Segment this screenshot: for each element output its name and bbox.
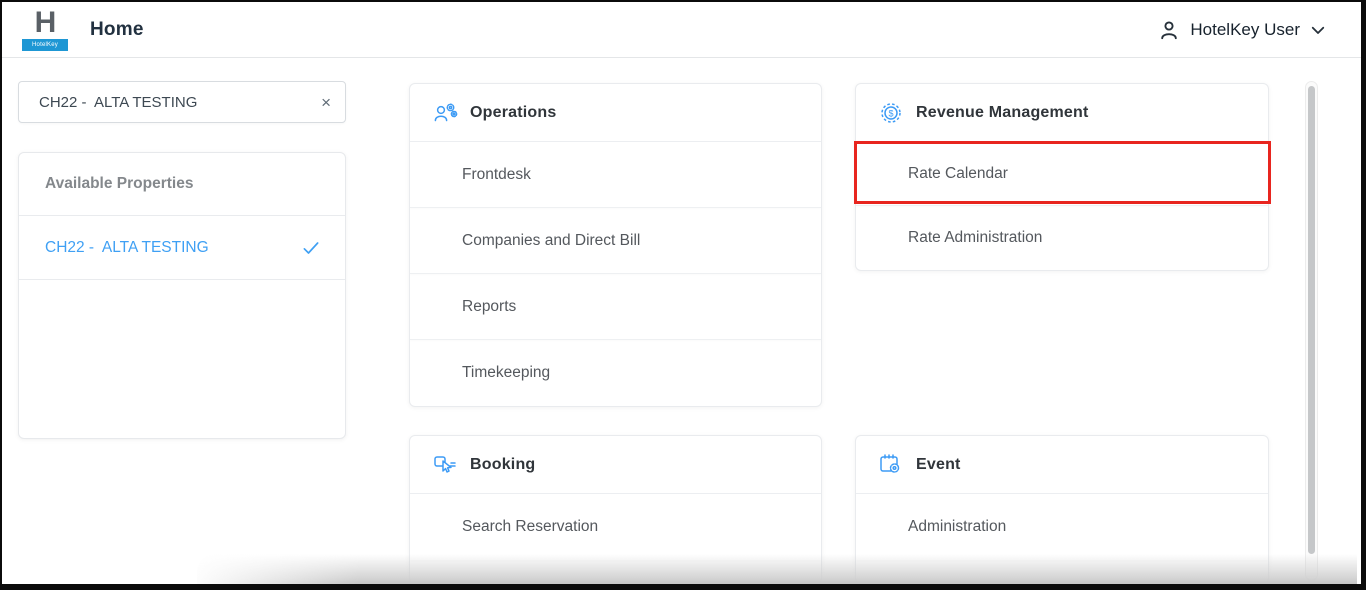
hotelkey-logo[interactable]: H HotelKey — [22, 7, 68, 53]
logo-caption: HotelKey — [22, 39, 68, 51]
scrollbar-thumb[interactable] — [1308, 86, 1315, 554]
property-label: CH22 - ALTA TESTING — [45, 239, 301, 257]
card-title: Booking — [470, 456, 535, 474]
menu-item-companies-and-direct-bill[interactable]: Companies and Direct Bill — [410, 208, 821, 274]
app-window: H HotelKey Home HotelKey User × — [0, 0, 1366, 590]
menu-item-rate-calendar[interactable]: Rate Calendar — [856, 142, 1268, 206]
menu-item-timekeeping[interactable]: Timekeeping — [410, 340, 821, 406]
gear-dollar-icon: $ — [878, 100, 904, 126]
card-operations-header: Operations — [410, 84, 821, 142]
page-title: Home — [90, 19, 144, 41]
user-menu[interactable]: HotelKey User — [1157, 18, 1327, 42]
vertical-scrollbar[interactable] — [1305, 81, 1318, 581]
card-booking-header: Booking — [410, 436, 821, 494]
card-event-header: Event — [856, 436, 1268, 494]
user-icon — [1157, 18, 1181, 42]
card-title: Event — [916, 456, 961, 474]
booking-hand-click-icon — [432, 452, 458, 478]
available-properties-panel: Available Properties CH22 - ALTA TESTING — [18, 152, 346, 439]
menu-item-rate-administration[interactable]: Rate Administration — [856, 206, 1268, 270]
property-search: × — [18, 81, 346, 123]
check-icon — [301, 238, 321, 258]
clear-search-icon[interactable]: × — [307, 94, 345, 111]
menu-item-administration[interactable]: Administration — [856, 494, 1268, 560]
main-content: × Available Properties CH22 - ALTA TESTI… — [2, 58, 1361, 584]
menu-item-search-reservation[interactable]: Search Reservation — [410, 494, 821, 560]
card-operations: Operations Frontdesk Companies and Direc… — [409, 83, 822, 407]
property-list-item[interactable]: CH22 - ALTA TESTING — [19, 216, 345, 280]
calendar-gear-icon — [878, 452, 904, 478]
logo-letter: H — [35, 7, 56, 39]
svg-text:$: $ — [888, 108, 893, 118]
chevron-down-icon — [1309, 21, 1327, 39]
operations-person-gears-icon — [432, 100, 458, 126]
menu-item-frontdesk[interactable]: Frontdesk — [410, 142, 821, 208]
user-name: HotelKey User — [1190, 20, 1300, 40]
card-title: Revenue Management — [916, 104, 1089, 122]
card-title: Operations — [470, 104, 556, 122]
top-bar: H HotelKey Home HotelKey User — [2, 2, 1361, 58]
bottom-shadow — [197, 554, 1357, 584]
available-properties-title: Available Properties — [19, 153, 345, 216]
card-revenue-header: $ Revenue Management — [856, 84, 1268, 142]
menu-item-reports[interactable]: Reports — [410, 274, 821, 340]
card-revenue-management: $ Revenue Management Rate Calendar Rate … — [855, 83, 1269, 271]
property-search-input[interactable] — [19, 94, 307, 111]
